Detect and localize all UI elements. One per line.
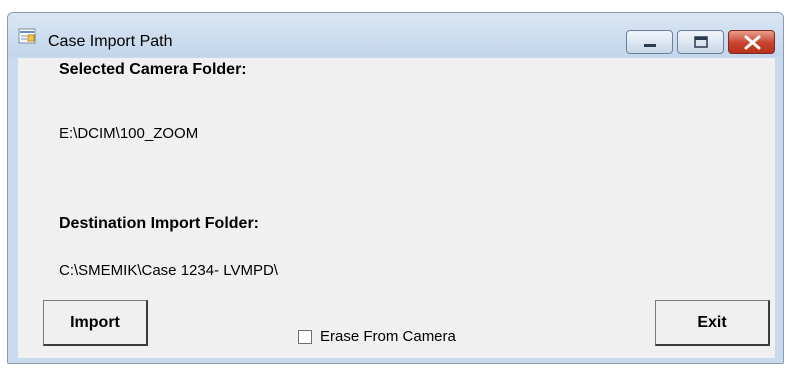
- destination-import-folder-label: Destination Import Folder:: [59, 215, 259, 232]
- erase-from-camera-checkbox[interactable]: Erase From Camera: [298, 328, 456, 345]
- maximize-button[interactable]: [677, 30, 724, 54]
- erase-from-camera-label[interactable]: Erase From Camera: [320, 328, 456, 345]
- destination-import-folder-path: C:\SMEMIK\Case 1234- LVMPD\: [59, 262, 278, 279]
- window-title: Case Import Path: [48, 33, 173, 50]
- erase-from-camera-checkbox-box[interactable]: [298, 329, 312, 344]
- exit-button[interactable]: Exit: [655, 300, 770, 346]
- app-icon: [18, 27, 36, 45]
- close-button[interactable]: [728, 30, 775, 54]
- minimize-button[interactable]: [626, 30, 673, 54]
- maximize-icon: [694, 36, 708, 48]
- selected-camera-folder-label: Selected Camera Folder:: [59, 61, 247, 78]
- case-import-path-window: Case Import Path Selected Camera Folder:…: [7, 12, 784, 364]
- minimize-icon: [644, 44, 656, 47]
- close-icon: [744, 35, 761, 50]
- title-bar[interactable]: Case Import Path: [8, 13, 783, 57]
- selected-camera-folder-path: E:\DCIM\100_ZOOM: [59, 125, 199, 142]
- import-button[interactable]: Import: [43, 300, 148, 346]
- dialog-client-area: Selected Camera Folder: E:\DCIM\100_ZOOM…: [18, 58, 775, 358]
